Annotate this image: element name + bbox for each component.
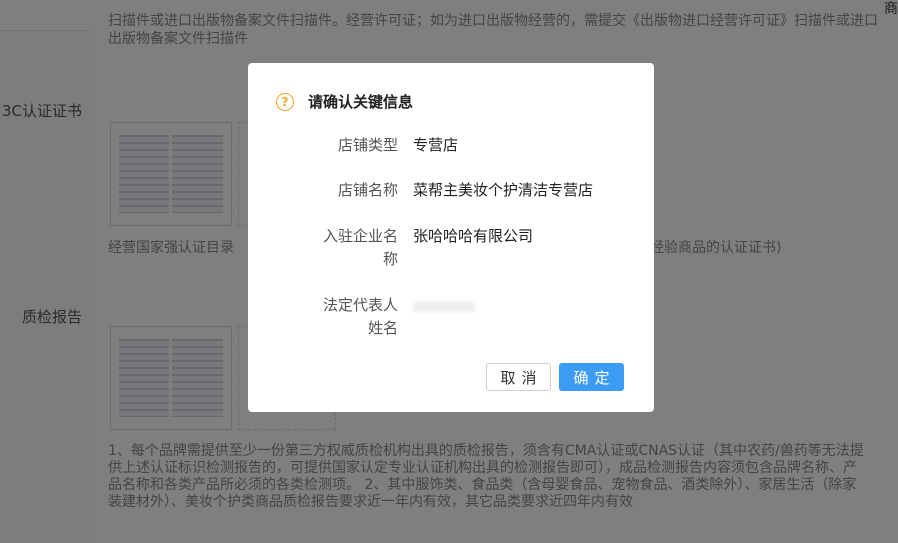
legal-rep-label-line1: 法定代表人 bbox=[322, 296, 398, 314]
company-name-label: 入驻企业名 称 bbox=[312, 225, 398, 271]
store-name-value: 菜帮主美妆个护清洁专营店 bbox=[413, 181, 594, 199]
store-name-label: 店铺名称 bbox=[337, 181, 398, 199]
cancel-button[interactable]: 取消 bbox=[486, 363, 551, 391]
legal-rep-value-redacted bbox=[413, 302, 475, 312]
company-name-value: 张哈哈哈有限公司 bbox=[413, 227, 534, 245]
company-name-label-line1: 入驻企业名 bbox=[322, 227, 398, 245]
store-type-value: 专营店 bbox=[413, 136, 459, 154]
company-name-label-line2: 称 bbox=[382, 250, 398, 268]
legal-rep-label: 法定代表人 姓名 bbox=[312, 294, 398, 340]
store-type-label: 店铺类型 bbox=[337, 136, 398, 154]
dialog-header: ? 请确认关键信息 bbox=[276, 91, 413, 112]
confirm-button[interactable]: 确定 bbox=[559, 363, 624, 391]
question-icon: ? bbox=[276, 92, 294, 111]
dialog-title: 请确认关键信息 bbox=[308, 93, 414, 111]
legal-rep-label-line2: 姓名 bbox=[367, 319, 398, 337]
confirm-dialog: ? 请确认关键信息 店铺类型 专营店 店铺名称 菜帮主美妆个护清洁专营店 入驻企… bbox=[248, 63, 654, 412]
